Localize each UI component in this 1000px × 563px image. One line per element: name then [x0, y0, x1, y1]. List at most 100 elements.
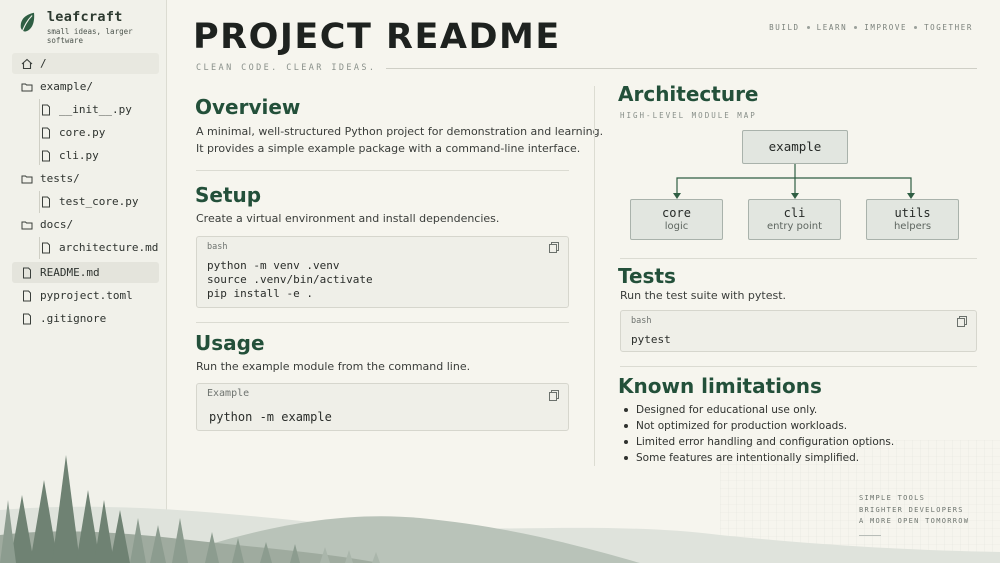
sidebar-item-cli-py[interactable]: cli.py: [12, 145, 159, 166]
sidebar-item-label: README.md: [40, 266, 100, 279]
leaf-logo-icon: [20, 12, 35, 36]
divider: [620, 258, 977, 259]
copy-icon[interactable]: [549, 390, 559, 401]
file-icon: [23, 313, 31, 324]
module-node-core[interactable]: core logic: [630, 199, 723, 240]
sidebar-item-label: .gitignore: [40, 312, 107, 325]
file-icon: [42, 104, 50, 115]
sidebar-item-label: cli.py: [59, 149, 99, 162]
sidebar-item-label: /: [40, 57, 47, 70]
sidebar-item-example-folder[interactable]: example/: [12, 76, 159, 97]
overview-text-2: It provides a simple example package wit…: [196, 142, 581, 155]
architecture-heading: Architecture: [618, 82, 759, 106]
column-divider: [594, 86, 595, 466]
nav-item-learn[interactable]: LEARN: [817, 23, 848, 32]
list-item: Designed for educational use only.: [623, 402, 894, 418]
divider: [196, 170, 569, 171]
folder-icon: [21, 83, 33, 91]
divider: [386, 68, 977, 69]
overview-text-1: A minimal, well-structured Python projec…: [196, 125, 604, 138]
list-item: Some features are intentionally simplifi…: [623, 450, 894, 466]
brand-tagline: small ideas, larger software: [46, 27, 133, 45]
file-icon: [23, 290, 31, 301]
sidebar-item-label: docs/: [40, 218, 74, 231]
copy-icon[interactable]: [549, 242, 559, 253]
sidebar-item-readme-md[interactable]: README.md: [12, 262, 159, 283]
nav-separator: [914, 26, 918, 29]
footer-line: SIMPLE TOOLS: [859, 494, 926, 502]
tests-code-block[interactable]: bash pytest: [620, 310, 977, 352]
sidebar-item-label: __init__.py: [59, 103, 132, 116]
copy-icon[interactable]: [957, 316, 967, 327]
sidebar-item-label: example/: [40, 80, 93, 93]
top-nav: BUILD LEARN IMPROVE TOGETHER: [769, 23, 973, 32]
module-desc: helpers: [893, 221, 932, 232]
code-line: source .venv/bin/activate: [207, 273, 373, 286]
page-title: PROJECT README: [193, 17, 561, 57]
usage-text: Run the example module from the command …: [196, 360, 471, 373]
nav-item-build[interactable]: BUILD: [769, 23, 800, 32]
divider: [196, 322, 569, 323]
code-lang-label: Example: [207, 388, 250, 399]
sidebar-item-label: core.py: [59, 126, 106, 139]
sidebar-item-root[interactable]: /: [12, 53, 159, 74]
sidebar-item-gitignore[interactable]: .gitignore: [12, 308, 159, 329]
module-name: core: [662, 206, 691, 220]
module-node-cli[interactable]: cli entry point: [748, 199, 841, 240]
sidebar-item-init-py[interactable]: __init__.py: [12, 99, 159, 120]
setup-text: Create a virtual environment and install…: [196, 212, 500, 225]
nav-item-together[interactable]: TOGETHER: [924, 23, 973, 32]
folder-icon: [21, 221, 33, 229]
nav-item-improve[interactable]: IMPROVE: [864, 23, 907, 32]
tests-heading: Tests: [618, 264, 676, 288]
folder-icon: [21, 175, 33, 183]
sidebar-item-label: pyproject.toml: [40, 289, 133, 302]
setup-heading: Setup: [195, 183, 262, 207]
divider: [859, 535, 881, 536]
limitations-list: Designed for educational use only. Not o…: [623, 402, 894, 466]
module-desc: logic: [664, 221, 689, 232]
usage-code-block[interactable]: Example python -m example: [196, 383, 569, 431]
usage-heading: Usage: [195, 331, 265, 355]
limitations-heading: Known limitations: [618, 374, 822, 398]
sidebar-item-core-py[interactable]: core.py: [12, 122, 159, 143]
footer-line: BRIGHTER DEVELOPERS: [859, 505, 964, 514]
module-name: example: [768, 139, 822, 154]
footer-tagline: SIMPLE TOOLS BRIGHTER DEVELOPERS A MORE …: [859, 493, 969, 528]
tests-text: Run the test suite with pytest.: [620, 289, 787, 302]
module-node-example[interactable]: example: [742, 130, 848, 164]
overview-heading: Overview: [195, 95, 301, 119]
sidebar-item-pyproject-toml[interactable]: pyproject.toml: [12, 285, 159, 306]
module-name: cli: [783, 206, 806, 220]
setup-code-block[interactable]: bash python -m venv .venv source .venv/b…: [196, 236, 569, 308]
file-icon: [42, 196, 50, 207]
list-item: Limited error handling and configuration…: [623, 434, 894, 450]
code-line: pip install -e .: [207, 287, 313, 300]
code-lang-label: bash: [207, 242, 228, 252]
sidebar-item-test-core-py[interactable]: test_core.py: [12, 191, 159, 212]
brand[interactable]: leafcraft small ideas, larger software: [18, 9, 166, 45]
file-tree: / example/ __init__.py core.py cli.py te…: [12, 53, 159, 331]
list-item: Not optimized for production workloads.: [623, 418, 894, 434]
sidebar-item-architecture-md[interactable]: architecture.md: [12, 237, 159, 258]
code-line: pytest: [631, 333, 671, 346]
nav-separator: [854, 26, 858, 29]
nav-separator: [806, 26, 810, 29]
module-name: utils: [894, 206, 931, 220]
file-icon: [23, 267, 31, 278]
code-lang-label: bash: [631, 316, 652, 326]
module-node-utils[interactable]: utils helpers: [866, 199, 959, 240]
page-subtitle: CLEAN CODE. CLEAR IDEAS.: [196, 63, 377, 73]
sidebar-item-docs-folder[interactable]: docs/: [12, 214, 159, 235]
file-icon: [42, 242, 50, 253]
code-line: python -m example: [209, 410, 332, 424]
sidebar-item-tests-folder[interactable]: tests/: [12, 168, 159, 189]
code-line: python -m venv .venv: [207, 259, 340, 272]
divider: [620, 366, 977, 367]
sidebar-item-label: tests/: [40, 172, 80, 185]
sidebar-item-label: architecture.md: [59, 241, 159, 254]
home-icon: [21, 58, 33, 69]
file-icon: [42, 127, 50, 138]
file-icon: [42, 150, 50, 161]
module-desc: entry point: [766, 221, 823, 232]
